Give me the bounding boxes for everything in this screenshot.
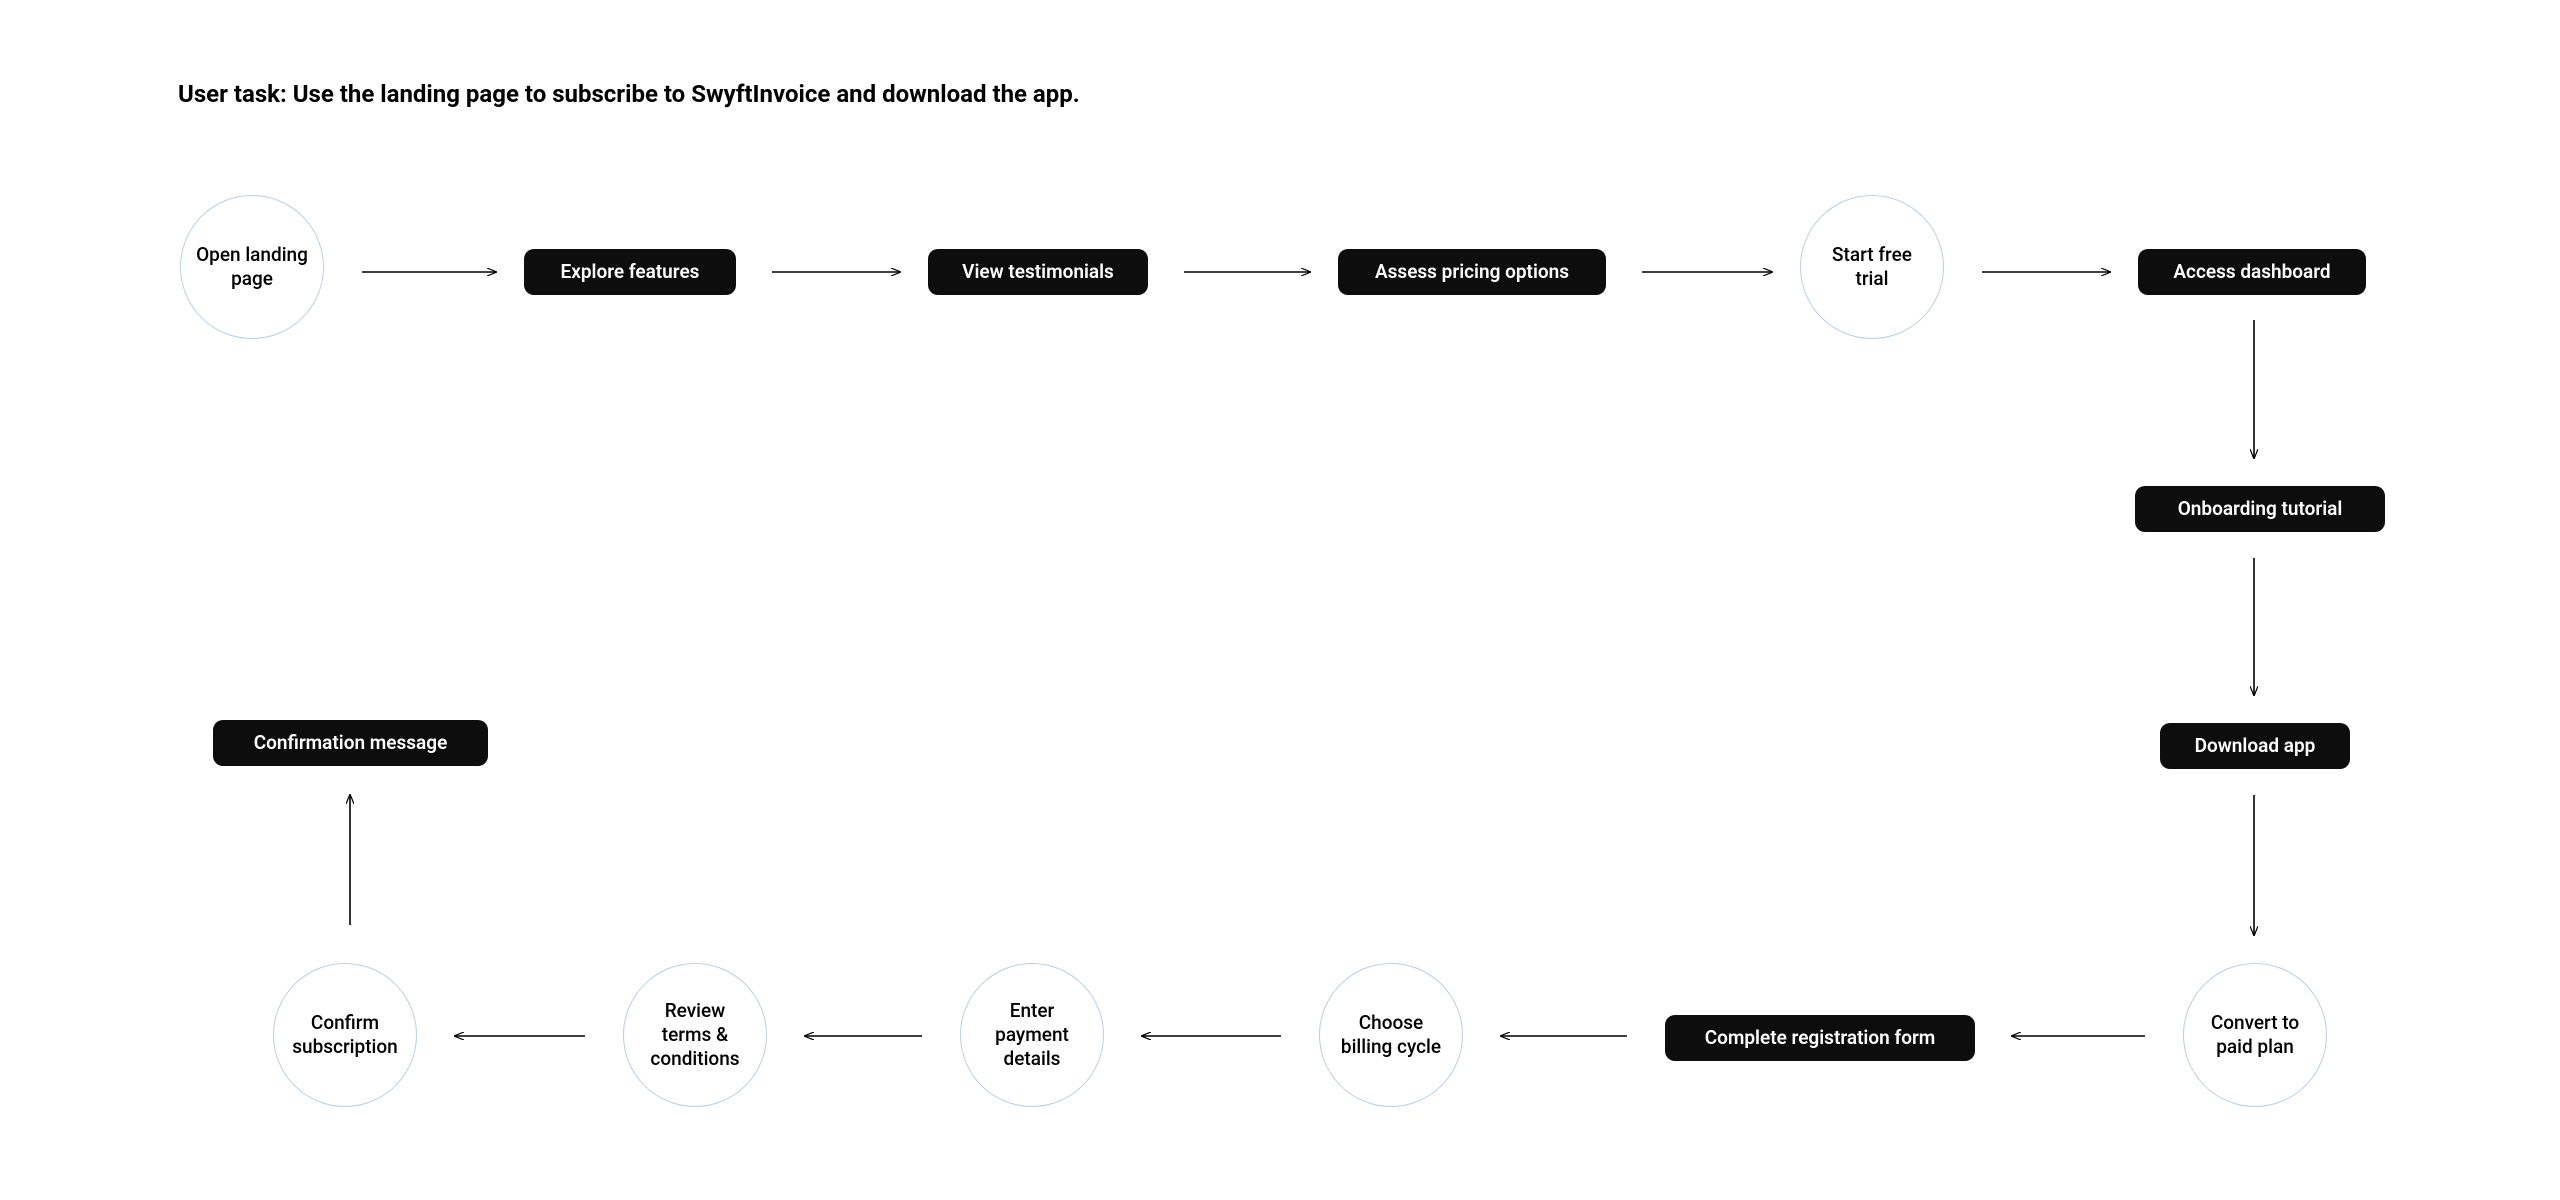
task-title: User task: Use the landing page to subsc… — [178, 80, 1080, 108]
node-label: Complete registration form — [1705, 1026, 1936, 1050]
node-label: View testimonials — [962, 260, 1114, 284]
node-review-terms: Review terms & conditions — [623, 963, 767, 1107]
node-choose-billing: Choose billing cycle — [1319, 963, 1463, 1107]
node-label: Review terms & conditions — [638, 999, 752, 1070]
node-label: Download app — [2195, 734, 2316, 758]
node-label: Confirmation message — [254, 731, 448, 755]
node-label: Confirm subscription — [288, 1011, 402, 1059]
node-onboarding: Onboarding tutorial — [2135, 486, 2385, 532]
node-label: Choose billing cycle — [1334, 1011, 1448, 1059]
node-label: Convert to paid plan — [2198, 1011, 2312, 1059]
node-open-landing: Open landing page — [180, 195, 324, 339]
node-label: Enter payment details — [975, 999, 1089, 1070]
node-confirmation-message: Confirmation message — [213, 720, 488, 766]
node-download-app: Download app — [2160, 723, 2350, 769]
node-label: Access dashboard — [2173, 260, 2330, 284]
node-start-free-trial: Start free trial — [1800, 195, 1944, 339]
node-label: Explore features — [561, 260, 700, 284]
node-label: Assess pricing options — [1375, 260, 1569, 284]
flow-canvas: User task: Use the landing page to subsc… — [0, 0, 2560, 1200]
node-explore-features: Explore features — [524, 249, 736, 295]
node-label: Open landing page — [195, 243, 309, 291]
node-label: Start free trial — [1815, 243, 1929, 291]
node-view-testimonials: View testimonials — [928, 249, 1148, 295]
node-confirm-subscription: Confirm subscription — [273, 963, 417, 1107]
node-access-dashboard: Access dashboard — [2138, 249, 2366, 295]
node-assess-pricing: Assess pricing options — [1338, 249, 1606, 295]
node-label: Onboarding tutorial — [2178, 497, 2343, 521]
node-convert-paid: Convert to paid plan — [2183, 963, 2327, 1107]
node-enter-payment: Enter payment details — [960, 963, 1104, 1107]
node-complete-registration: Complete registration form — [1665, 1015, 1975, 1061]
